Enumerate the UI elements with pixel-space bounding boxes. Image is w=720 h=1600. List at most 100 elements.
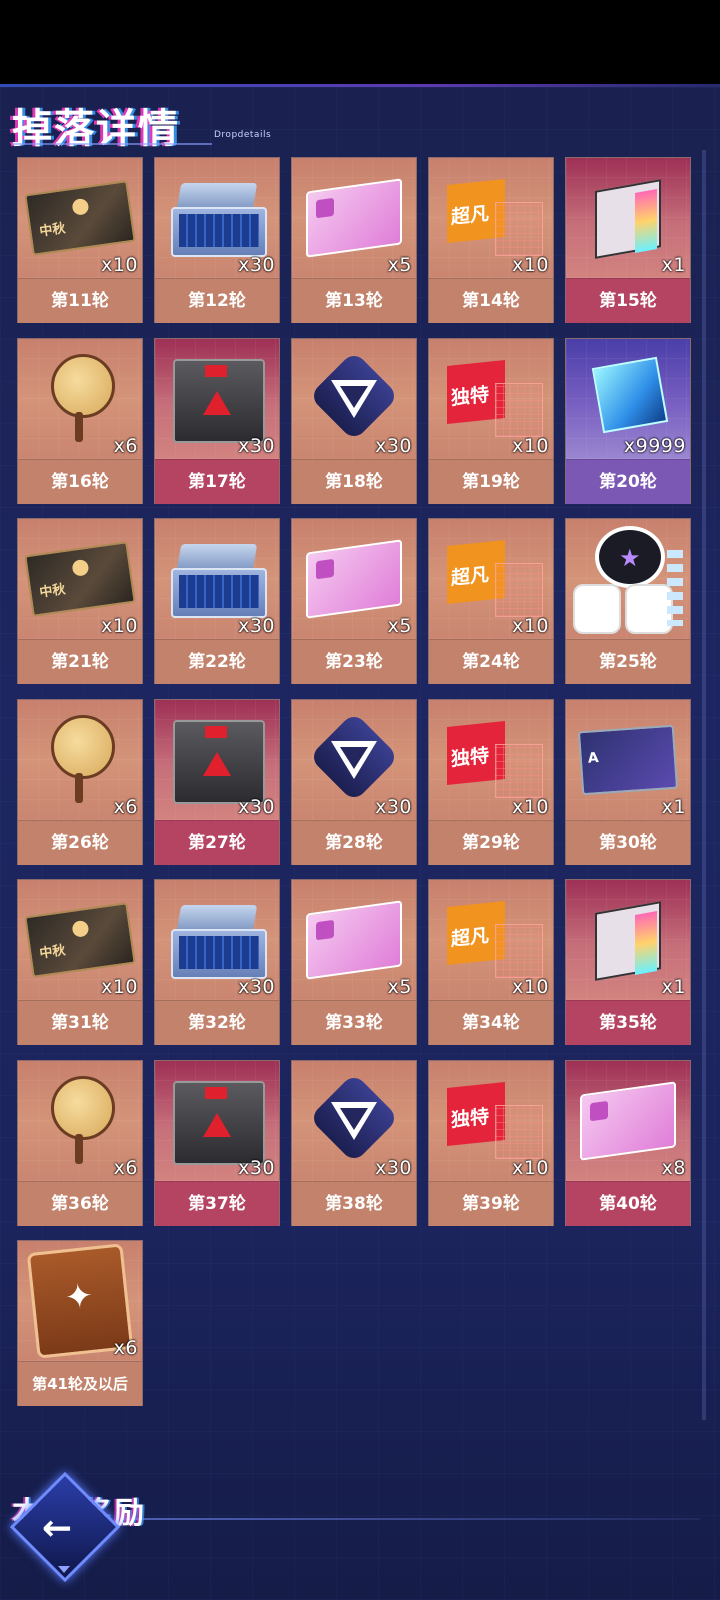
- reward-card[interactable]: x30 第27轮: [154, 699, 280, 865]
- red-flag-icon: 独特: [443, 359, 543, 439]
- reward-item-art: ★: [566, 519, 690, 639]
- round-label: 第32轮: [155, 1000, 279, 1045]
- round-label: 第36轮: [18, 1181, 142, 1226]
- reward-card[interactable]: x5 第13轮: [291, 157, 417, 323]
- reward-card[interactable]: 独特 x10 第29轮: [428, 699, 554, 865]
- reward-card[interactable]: ★ 第25轮: [565, 518, 691, 684]
- reward-quantity: x30: [375, 796, 412, 818]
- crate-icon: [171, 355, 265, 443]
- reward-card[interactable]: x6第41轮及以后: [17, 1240, 143, 1406]
- reward-item-art: 中秋 x10: [18, 519, 142, 639]
- reward-card[interactable]: 超凡 x10 第14轮: [428, 157, 554, 323]
- caret-down-icon: [58, 1566, 70, 1573]
- reward-card[interactable]: x6 第36轮: [17, 1060, 143, 1226]
- round-label: 第25轮: [566, 639, 690, 684]
- reward-card[interactable]: Ax1 第30轮: [565, 699, 691, 865]
- footer-divider: [120, 1518, 700, 1520]
- reward-quantity: x10: [101, 976, 138, 998]
- crate-icon: [171, 1077, 265, 1165]
- reward-card[interactable]: x6 第26轮: [17, 699, 143, 865]
- reward-card[interactable]: 独特 x10 第39轮: [428, 1060, 554, 1226]
- reward-card[interactable]: 独特 x10 第19轮: [428, 338, 554, 504]
- pass-card-icon: A: [577, 724, 679, 796]
- reward-item-art: x30: [292, 339, 416, 459]
- pink-card-icon: [580, 1081, 676, 1161]
- reward-card[interactable]: x30 第28轮: [291, 699, 417, 865]
- round-label: 第13轮: [292, 278, 416, 323]
- reward-card[interactable]: x30 第22轮: [154, 518, 280, 684]
- reward-card[interactable]: x1 第35轮: [565, 879, 691, 1045]
- reward-quantity: x30: [238, 796, 275, 818]
- reward-card[interactable]: x30 第38轮: [291, 1060, 417, 1226]
- reward-card[interactable]: x1 第15轮: [565, 157, 691, 323]
- round-label: 第41轮及以后: [18, 1361, 142, 1406]
- reward-item-art: x1: [566, 158, 690, 278]
- round-label: 第16轮: [18, 459, 142, 504]
- round-label: 第39轮: [429, 1181, 553, 1226]
- reward-item-art: x30: [155, 519, 279, 639]
- reward-card[interactable]: 超凡 x10 第24轮: [428, 518, 554, 684]
- blue-case-icon: [169, 905, 267, 979]
- orange-flag-icon: 超凡: [443, 539, 543, 619]
- reward-quantity: x10: [101, 254, 138, 276]
- reward-card[interactable]: x30 第18轮: [291, 338, 417, 504]
- reward-item-art: 独特 x10: [429, 339, 553, 459]
- red-flag-icon: 独特: [443, 1081, 543, 1161]
- reward-card[interactable]: x30 第12轮: [154, 157, 280, 323]
- reward-item-art: 中秋 x10: [18, 158, 142, 278]
- reward-item-art: Ax1: [566, 700, 690, 820]
- triangle-core-icon: [308, 350, 400, 442]
- reward-card[interactable]: x30 第37轮: [154, 1060, 280, 1226]
- reward-quantity: x1: [661, 254, 686, 276]
- reward-card[interactable]: x6 第16轮: [17, 338, 143, 504]
- round-label: 第34轮: [429, 1000, 553, 1045]
- reward-item-art: x1: [566, 880, 690, 1000]
- reward-card[interactable]: x30 第32轮: [154, 879, 280, 1045]
- reward-quantity: x6: [113, 435, 138, 457]
- reward-quantity: x30: [238, 615, 275, 637]
- back-arrow-icon: ←: [42, 1508, 73, 1549]
- reward-card[interactable]: x5 第23轮: [291, 518, 417, 684]
- reward-card[interactable]: 超凡 x10 第34轮: [428, 879, 554, 1045]
- reward-item-art: x30: [155, 700, 279, 820]
- reward-card[interactable]: x30 第17轮: [154, 338, 280, 504]
- reward-item-art: 中秋 x10: [18, 880, 142, 1000]
- scrollbar[interactable]: [702, 150, 706, 1420]
- triangle-core-icon: [308, 711, 400, 803]
- reward-card[interactable]: 中秋 x10 第21轮: [17, 518, 143, 684]
- pink-card-icon: [306, 539, 402, 619]
- orange-flag-icon: 超凡: [443, 900, 543, 980]
- reward-item-art: x6: [18, 1061, 142, 1181]
- pink-card-icon: [306, 900, 402, 980]
- reward-card[interactable]: x5 第33轮: [291, 879, 417, 1045]
- reward-item-art: x5: [292, 158, 416, 278]
- round-label: 第33轮: [292, 1000, 416, 1045]
- reward-quantity: x10: [512, 435, 549, 457]
- reward-item-art: x30: [155, 158, 279, 278]
- round-label: 第18轮: [292, 459, 416, 504]
- reward-item-art: x6: [18, 700, 142, 820]
- round-label: 第40轮: [566, 1181, 690, 1226]
- reward-card[interactable]: 中秋 x10 第11轮: [17, 157, 143, 323]
- reward-card[interactable]: 中秋 x10 第31轮: [17, 879, 143, 1045]
- round-label: 第19轮: [429, 459, 553, 504]
- chip-card-icon: [589, 901, 667, 981]
- mascot-icon: ★: [567, 520, 689, 638]
- reward-item-art: 超凡 x10: [429, 880, 553, 1000]
- reward-item-art: x9999: [566, 339, 690, 459]
- mooncake-ticket-icon: 中秋: [24, 902, 136, 978]
- reward-card[interactable]: x8 第40轮: [565, 1060, 691, 1226]
- round-label: 第35轮: [566, 1000, 690, 1045]
- round-label: 第28轮: [292, 820, 416, 865]
- round-label: 第23轮: [292, 639, 416, 684]
- reward-item-art: x5: [292, 519, 416, 639]
- flag-text: 超凡: [451, 202, 490, 229]
- flag-text: 超凡: [451, 924, 490, 951]
- round-label: 第22轮: [155, 639, 279, 684]
- reward-card[interactable]: x9999 第20轮: [565, 338, 691, 504]
- reward-item-art: x8: [566, 1061, 690, 1181]
- back-button[interactable]: ←: [9, 1471, 121, 1583]
- reward-quantity: x10: [512, 1157, 549, 1179]
- reward-item-art: 超凡 x10: [429, 519, 553, 639]
- round-label: 第11轮: [18, 278, 142, 323]
